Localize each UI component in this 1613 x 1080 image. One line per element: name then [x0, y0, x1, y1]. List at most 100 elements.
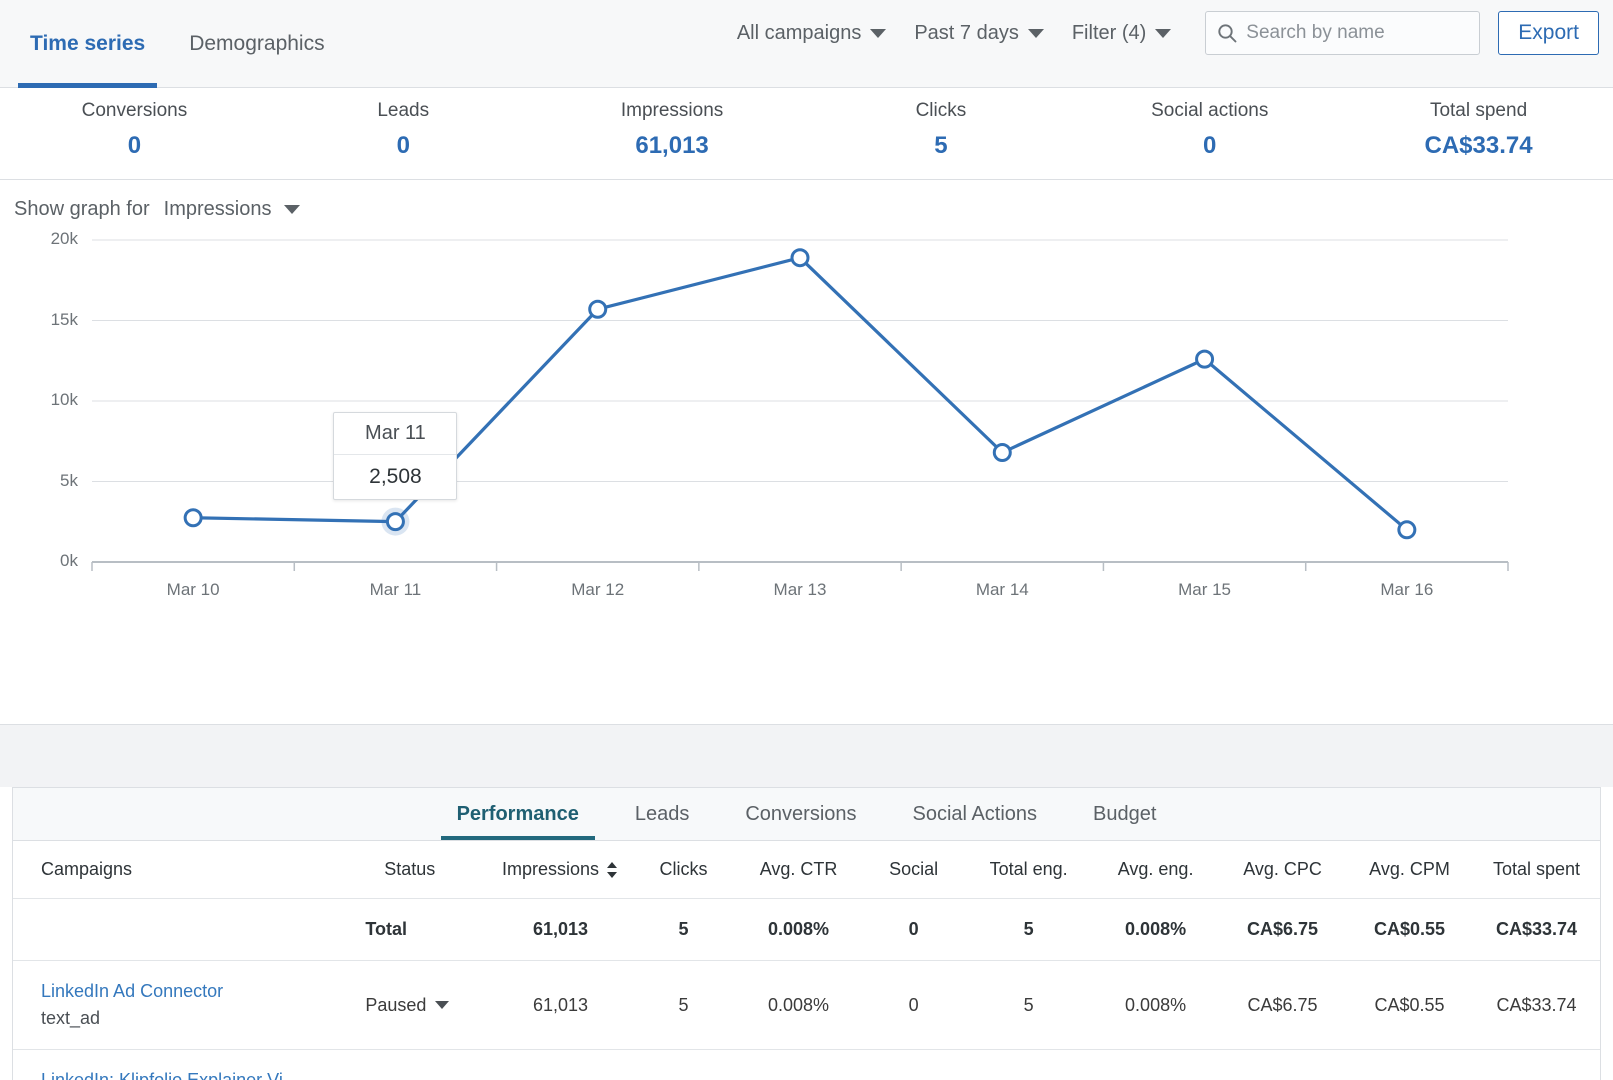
cell-total-eng: 5: [965, 961, 1092, 1050]
cell-campaign: LinkedIn: Klipfolio Explainer Vi…Sponsor…: [13, 1050, 330, 1080]
kpi-clicks-value: 5: [806, 132, 1075, 160]
kpi-impressions: Impressions 61,013: [538, 100, 807, 179]
column-header-total-eng[interactable]: Total eng.: [965, 841, 1092, 899]
tab-demographics-label: Demographics: [189, 32, 324, 56]
column-header-campaigns[interactable]: Campaigns: [13, 841, 330, 899]
column-header-label: Avg. eng.: [1118, 859, 1194, 879]
x-axis-tick-label: Mar 14: [942, 580, 1062, 600]
time-series-chart: 0k5k10k15k20k Mar 10Mar 11Mar 12Mar 13Ma…: [0, 235, 1613, 715]
search-icon: [1216, 22, 1238, 44]
date-range-dropdown[interactable]: Past 7 days: [900, 14, 1058, 53]
column-header-avg-ctr[interactable]: Avg. CTR: [735, 841, 862, 899]
x-axis-tick-label: Mar 15: [1145, 580, 1265, 600]
subtab-social-actions[interactable]: Social Actions: [885, 788, 1066, 840]
top-toolbar: Time series Demographics All campaigns P…: [0, 0, 1613, 88]
column-header-label: Status: [384, 859, 435, 879]
table-header: Campaigns Status Impressions Clicks Avg. CTR…: [13, 841, 1600, 899]
chart-data-point[interactable]: [387, 514, 403, 530]
tooltip-value: 2,508: [334, 455, 456, 499]
kpi-leads: Leads 0: [269, 100, 538, 179]
cell-total-eng: 0: [965, 1050, 1092, 1080]
graph-metric-label: Impressions: [164, 198, 272, 221]
subtab-label: Conversions: [745, 803, 856, 826]
export-button[interactable]: Export: [1498, 11, 1599, 55]
kpi-social-actions-value: 0: [1075, 132, 1344, 160]
chart-canvas: [0, 235, 1613, 715]
column-header-clicks[interactable]: Clicks: [632, 841, 735, 899]
date-range-label: Past 7 days: [914, 22, 1019, 45]
x-axis-tick-label: Mar 11: [335, 580, 455, 600]
column-header-status[interactable]: Status: [330, 841, 489, 899]
subtab-budget[interactable]: Budget: [1065, 788, 1184, 840]
cell-clicks: 5: [632, 899, 735, 961]
chart-data-point[interactable]: [994, 445, 1010, 461]
cell-social: 0: [862, 899, 965, 961]
tab-time-series-label: Time series: [30, 32, 145, 56]
chart-data-point[interactable]: [792, 250, 808, 266]
kpi-conversions-label: Conversions: [0, 100, 269, 122]
chart-data-point[interactable]: [1399, 522, 1415, 538]
subtab-performance[interactable]: Performance: [429, 788, 607, 840]
cell-avg-ctr: 0.008%: [735, 961, 862, 1050]
graph-metric-dropdown[interactable]: Impressions: [164, 198, 301, 221]
kpi-leads-value: 0: [269, 132, 538, 160]
cell-avg-cpc: CA$6.75: [1219, 961, 1346, 1050]
search-input[interactable]: [1246, 22, 1469, 44]
status-label: Total: [365, 919, 407, 940]
column-header-avg-cpm[interactable]: Avg. CPM: [1346, 841, 1473, 899]
cell-clicks: 0: [632, 1050, 735, 1080]
column-header-label: Total spent: [1493, 859, 1580, 879]
cell-avg-eng: 0.008%: [1092, 961, 1219, 1050]
chevron-down-icon: [1155, 29, 1171, 38]
chart-data-point[interactable]: [590, 301, 606, 317]
cell-social: 0: [862, 1050, 965, 1080]
column-header-total-spent[interactable]: Total spent: [1473, 841, 1600, 899]
cell-avg-cpm: CA$0.55: [1346, 899, 1473, 961]
kpi-social-actions: Social actions 0: [1075, 100, 1344, 179]
column-header-label: Avg. CPM: [1369, 859, 1450, 879]
column-header-avg-eng[interactable]: Avg. eng.: [1092, 841, 1219, 899]
cell-avg-cpm: CA$0.55: [1346, 961, 1473, 1050]
main-tabs: Time series Demographics: [0, 0, 347, 88]
column-header-label: Impressions: [502, 859, 599, 879]
campaign-table: Campaigns Status Impressions Clicks Avg. CTR…: [13, 841, 1600, 1080]
kpi-total-spend: Total spend CA$33.74: [1344, 100, 1613, 179]
filter-dropdown[interactable]: Filter (4): [1058, 14, 1185, 53]
cell-status: Paused: [330, 961, 489, 1050]
campaign-table-card: PerformanceLeads Conversions Social Action…: [12, 787, 1601, 1080]
total-label: Total: [365, 919, 407, 940]
kpi-summary-row: Conversions 0 Leads 0 Impressions 61,013…: [0, 88, 1613, 180]
campaign-filter-dropdown[interactable]: All campaigns: [723, 14, 901, 53]
cell-impressions: 0: [489, 1050, 632, 1080]
tab-time-series[interactable]: Time series: [8, 0, 167, 88]
cell-total-spent: CA$0.00: [1473, 1050, 1600, 1080]
subtab-label: Budget: [1093, 803, 1156, 826]
cell-total-spent: CA$33.74: [1473, 899, 1600, 961]
campaign-link[interactable]: LinkedIn: Klipfolio Explainer Vi…: [41, 1070, 330, 1080]
chevron-down-icon: [284, 205, 300, 214]
search-box[interactable]: [1205, 11, 1480, 55]
show-graph-for-label: Show graph for: [14, 198, 150, 221]
y-axis-tick-label: 15k: [18, 310, 78, 330]
chart-tooltip: Mar 11 2,508: [333, 412, 457, 500]
column-header-social[interactable]: Social: [862, 841, 965, 899]
cell-campaign: LinkedIn Ad Connectortext_ad: [13, 961, 330, 1050]
cell-avg-ctr: 0%: [735, 1050, 862, 1080]
tab-demographics[interactable]: Demographics: [167, 0, 346, 88]
cell-total-eng: 5: [965, 899, 1092, 961]
chart-data-point[interactable]: [185, 510, 201, 526]
sort-icon[interactable]: [605, 860, 619, 880]
column-header-label: Clicks: [659, 859, 707, 879]
column-header-label: Total eng.: [990, 859, 1068, 879]
cell-avg-ctr: 0.008%: [735, 899, 862, 961]
column-header-impressions[interactable]: Impressions: [489, 841, 632, 899]
campaign-link[interactable]: LinkedIn Ad Connector: [41, 981, 330, 1002]
table-row: LinkedIn: Klipfolio Explainer Vi…Sponsor…: [13, 1050, 1600, 1080]
subtab-conversions[interactable]: Conversions: [717, 788, 884, 840]
column-header-avg-cpc[interactable]: Avg. CPC: [1219, 841, 1346, 899]
chart-data-point[interactable]: [1197, 351, 1213, 367]
cell-avg-eng: 0%: [1092, 1050, 1219, 1080]
subtab-leads[interactable]: Leads: [607, 788, 718, 840]
status-dropdown[interactable]: Paused: [365, 995, 449, 1016]
cell-status: Total: [330, 899, 489, 961]
